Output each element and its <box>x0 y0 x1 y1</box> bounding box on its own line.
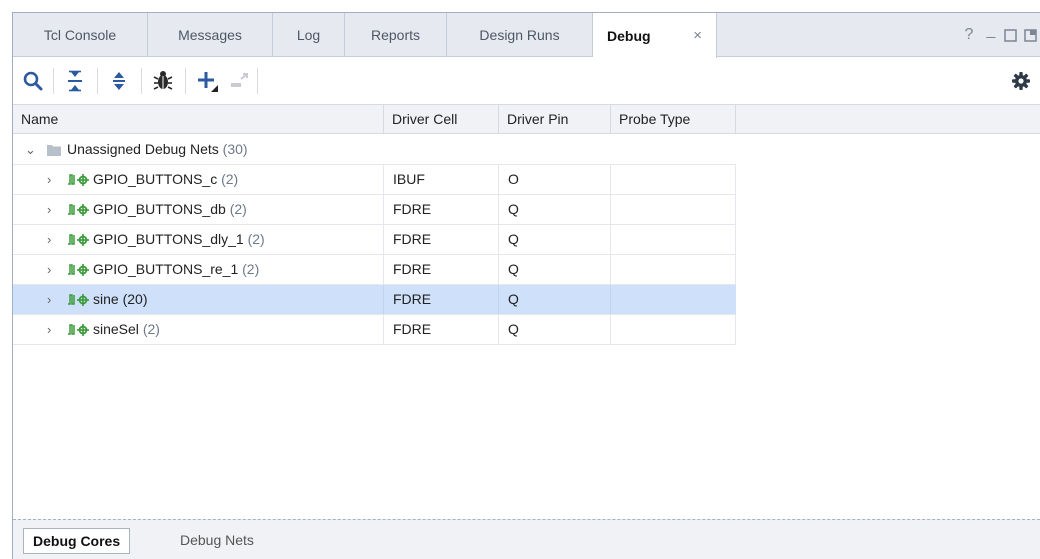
tab-label: Design Runs <box>479 27 560 43</box>
net-icon <box>67 232 89 248</box>
net-name: sineSel <box>93 321 139 337</box>
driver-pin: Q <box>508 291 519 307</box>
search-icon[interactable] <box>21 69 45 93</box>
tab-label: Messages <box>178 27 242 43</box>
chevron-right-icon[interactable]: › <box>47 285 51 314</box>
chevron-right-icon[interactable]: › <box>47 225 51 254</box>
tab-log[interactable]: Log <box>273 13 345 57</box>
driver-cell: FDRE <box>393 231 432 247</box>
tab-tcl-console[interactable]: Tcl Console <box>13 13 148 57</box>
add-icon[interactable] <box>195 69 219 93</box>
tab-debug[interactable]: Debug × <box>593 13 717 58</box>
toolbar <box>13 58 1040 104</box>
net-name: GPIO_BUTTONS_re_1 <box>93 261 239 277</box>
column-header-probe-type[interactable]: Probe Type <box>611 105 736 134</box>
net-name-cell: GPIO_BUTTONS_dly_1 (2) <box>93 225 265 254</box>
debug-nets-table: Name Driver Cell Driver Pin Probe Type ⌄… <box>13 104 1040 519</box>
folder-icon <box>47 144 61 156</box>
tab-reports[interactable]: Reports <box>345 13 447 57</box>
net-icon <box>67 202 89 218</box>
table-row-selected[interactable]: › sine (20) FDRE Q <box>13 285 736 315</box>
driver-pin: O <box>508 171 519 187</box>
chevron-right-icon[interactable]: › <box>47 195 51 224</box>
table-header: Name Driver Cell Driver Pin Probe Type <box>13 104 1040 134</box>
tab-label: Debug <box>607 27 651 44</box>
net-icon <box>67 292 89 308</box>
group-name: Unassigned Debug Nets <box>67 141 219 157</box>
net-name-cell: GPIO_BUTTONS_re_1 (2) <box>93 255 259 284</box>
tab-label: Tcl Console <box>43 27 117 43</box>
group-label: Unassigned Debug Nets (30) <box>67 135 248 164</box>
net-name: GPIO_BUTTONS_db <box>93 201 226 217</box>
table-row[interactable]: › GPIO_BUTTONS_re_1 (2) FDRE Q <box>13 255 736 285</box>
net-count: (20) <box>122 291 148 307</box>
driver-cell: FDRE <box>393 201 432 217</box>
net-name-cell: sineSel (2) <box>93 315 160 344</box>
driver-pin: Q <box>508 201 519 217</box>
group-row[interactable]: ⌄ Unassigned Debug Nets (30) <box>13 135 736 165</box>
tab-debug-cores[interactable]: Debug Cores <box>23 528 131 554</box>
tab-label: Reports <box>370 27 421 43</box>
settings-gear-icon[interactable] <box>1009 69 1033 93</box>
tab-label: Log <box>296 27 321 43</box>
net-count: (2) <box>242 261 260 277</box>
net-icon <box>67 262 89 278</box>
chevron-right-icon[interactable]: › <box>47 165 51 194</box>
driver-cell: IBUF <box>393 171 425 187</box>
driver-cell: FDRE <box>393 291 432 307</box>
net-name-cell: GPIO_BUTTONS_db (2) <box>93 195 247 224</box>
net-name: GPIO_BUTTONS_c <box>93 171 218 187</box>
column-header-driver-pin[interactable]: Driver Pin <box>499 105 611 134</box>
bottom-tab-bar: Debug Cores Debug Nets <box>13 519 1040 559</box>
net-name-cell: sine (20) <box>93 285 147 314</box>
driver-pin: Q <box>508 261 519 277</box>
tab-design-runs[interactable]: Design Runs <box>447 13 593 57</box>
help-icon[interactable]: ? <box>959 25 979 45</box>
driver-pin: Q <box>508 231 519 247</box>
net-count: (2) <box>142 321 160 337</box>
net-icon <box>67 172 89 188</box>
tab-messages[interactable]: Messages <box>148 13 273 57</box>
close-icon[interactable]: × <box>693 27 702 44</box>
net-count: (2) <box>247 231 265 247</box>
minimize-icon[interactable]: _ <box>981 21 1001 41</box>
table-row[interactable]: › GPIO_BUTTONS_dly_1 (2) FDRE Q <box>13 225 736 255</box>
net-name: sine <box>93 291 119 307</box>
net-count: (2) <box>229 201 247 217</box>
net-name: GPIO_BUTTONS_dly_1 <box>93 231 244 247</box>
tab-bar: Tcl Console Messages Log Reports Design … <box>13 13 1040 58</box>
chevron-right-icon[interactable]: › <box>47 255 51 284</box>
net-icon <box>67 322 89 338</box>
column-header-driver-cell[interactable]: Driver Cell <box>384 105 499 134</box>
expand-all-icon[interactable] <box>107 69 131 93</box>
net-count: (2) <box>221 171 239 187</box>
chevron-right-icon[interactable]: › <box>47 315 51 344</box>
group-count: (30) <box>222 141 248 157</box>
disabled-action-icon[interactable] <box>227 69 251 93</box>
collapse-all-icon[interactable] <box>63 69 87 93</box>
table-row[interactable]: › GPIO_BUTTONS_c (2) IBUF O <box>13 165 736 195</box>
table-row[interactable]: › GPIO_BUTTONS_db (2) FDRE Q <box>13 195 736 225</box>
net-name-cell: GPIO_BUTTONS_c (2) <box>93 165 238 194</box>
float-icon[interactable] <box>1023 25 1040 45</box>
driver-pin: Q <box>508 321 519 337</box>
debug-panel: Tcl Console Messages Log Reports Design … <box>12 12 1040 559</box>
driver-cell: FDRE <box>393 261 432 277</box>
driver-cell: FDRE <box>393 321 432 337</box>
chevron-down-icon[interactable]: ⌄ <box>25 135 36 164</box>
debug-bug-icon[interactable] <box>151 69 175 93</box>
maximize-icon[interactable] <box>1003 25 1021 45</box>
column-header-name[interactable]: Name <box>13 105 384 134</box>
table-row[interactable]: › sineSel (2) FDRE Q <box>13 315 736 345</box>
tab-debug-nets[interactable]: Debug Nets <box>171 528 263 554</box>
